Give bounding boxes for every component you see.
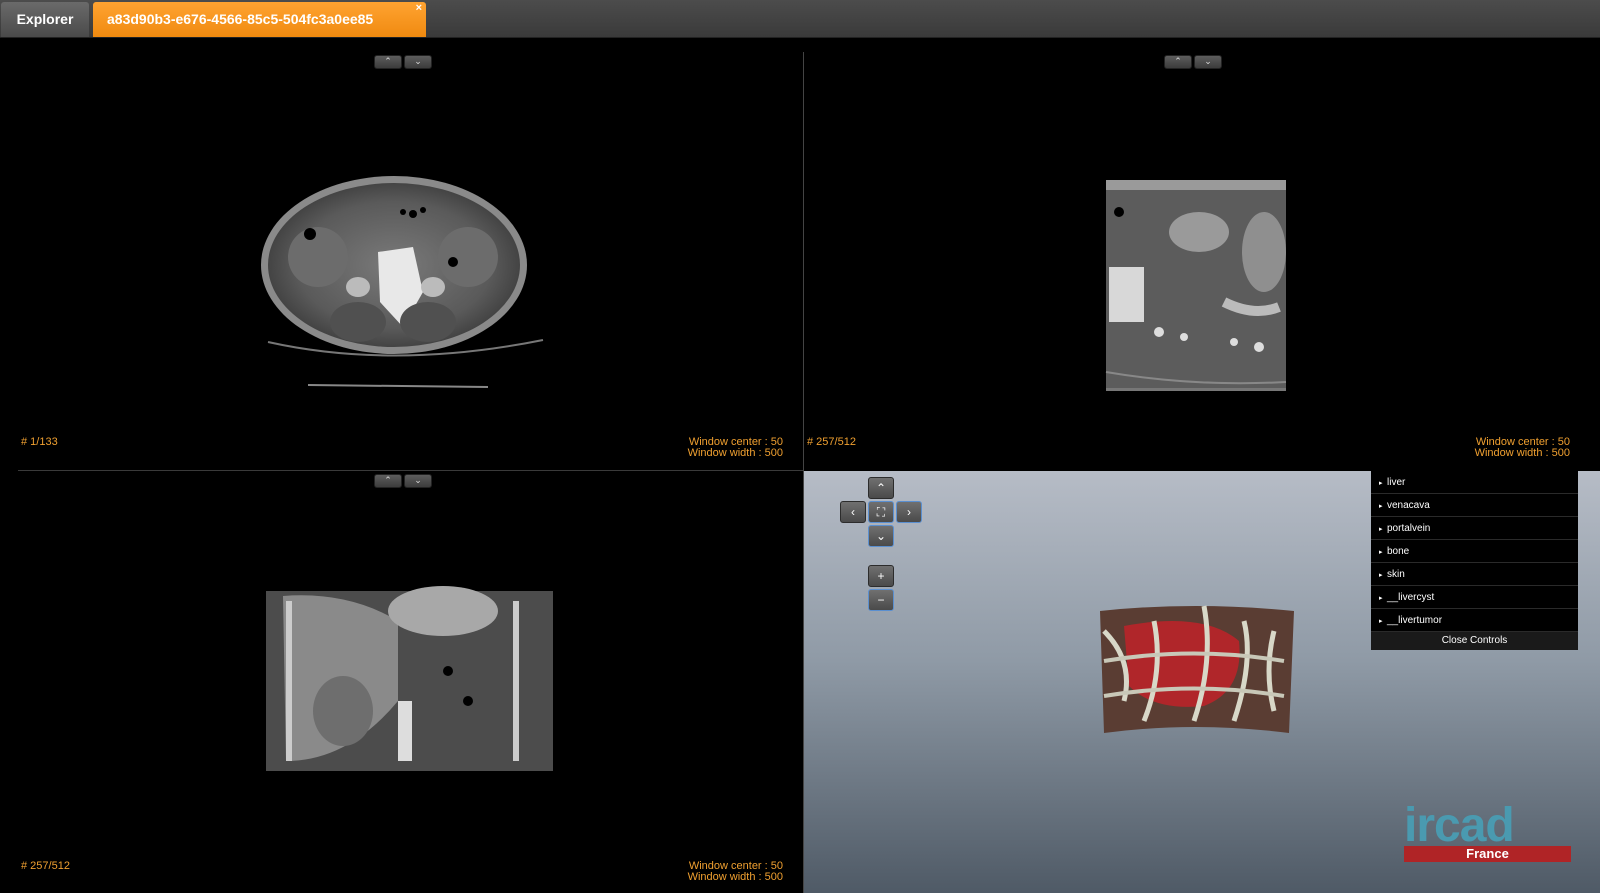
organ-item-skin[interactable]: ▸ skin [1371, 563, 1578, 586]
caret-right-icon: ▸ [1379, 618, 1383, 625]
ircad-logo: ircad France [1404, 799, 1574, 866]
organ-item-bone[interactable]: ▸ bone [1371, 540, 1578, 563]
axial-ct-image [261, 176, 544, 388]
organ-item-venacava[interactable]: ▸ venacava [1371, 494, 1578, 517]
caret-right-icon: ▸ [1379, 480, 1383, 487]
coronal-slice-number: # 257/512 [21, 860, 70, 872]
sagittal-window-width: Window width : 500 [1474, 447, 1570, 459]
organ-item-livertumor[interactable]: ▸ __livertumor [1371, 609, 1578, 632]
axial-slice-number: # 1/133 [21, 436, 58, 448]
tab-study[interactable]: a83d90b3-e676-4566-85c5-504fc3a0ee85 × [93, 2, 426, 37]
tab-study-label: a83d90b3-e676-4566-85c5-504fc3a0ee85 [107, 11, 374, 27]
caret-right-icon: ▸ [1379, 549, 1383, 556]
organ-item-liver[interactable]: ▸ liver [1371, 471, 1578, 494]
tab-bar: Explorer a83d90b3-e676-4566-85c5-504fc3a… [0, 0, 1600, 38]
sagittal-ct-image [1105, 180, 1287, 391]
logo-word: ircad [1404, 799, 1515, 852]
sagittal-slice-number: # 257/512 [807, 436, 856, 448]
tab-close-icon[interactable]: × [416, 0, 422, 26]
caret-right-icon: ▸ [1379, 526, 1383, 533]
caret-right-icon: ▸ [1379, 572, 1383, 579]
close-controls-button[interactable]: Close Controls [1371, 632, 1578, 650]
organ-item-livercyst[interactable]: ▸ __livercyst [1371, 586, 1578, 609]
sagittal-viewport[interactable]: ⌃ ⌄ # 257/512 Window center : 50 Window … [804, 52, 1600, 470]
coronal-ct-image [266, 586, 553, 771]
logo-country: France [1404, 846, 1571, 862]
axial-window-width: Window width : 500 [687, 447, 783, 459]
organ-item-portalvein[interactable]: ▸ portalvein [1371, 517, 1578, 540]
axial-viewport[interactable]: ⌃ ⌄ # 1/133 Window center : 50 Window wi… [18, 52, 803, 470]
caret-right-icon: ▸ [1379, 595, 1383, 602]
organ-controls-panel: ▸ liver ▸ venacava ▸ portalvein ▸ bone ▸ skin… [1371, 471, 1578, 650]
coronal-window-width: Window width : 500 [687, 871, 783, 883]
3d-viewport[interactable]: ⌃ ‹ ⛶ › ⌄ + − ▸ liver ▸ venacava ▸ portalve… [804, 471, 1600, 893]
coronal-viewport[interactable]: ⌃ ⌄ # 257/512 Window center : 50 Window … [18, 471, 803, 893]
tab-explorer[interactable]: Explorer [1, 2, 89, 37]
caret-right-icon: ▸ [1379, 503, 1383, 510]
